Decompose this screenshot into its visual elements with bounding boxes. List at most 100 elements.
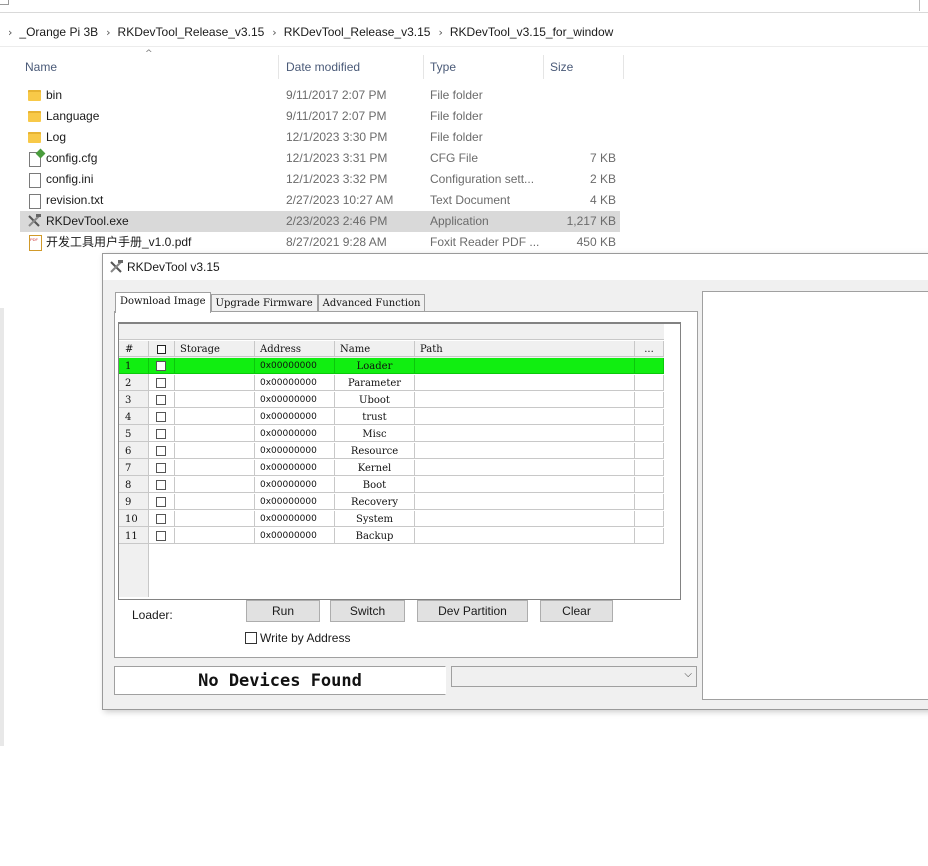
row-checkbox-cell[interactable]: [149, 409, 175, 425]
row-checkbox[interactable]: [156, 378, 166, 388]
row-checkbox[interactable]: [156, 395, 166, 405]
row-storage[interactable]: [175, 528, 255, 544]
table-row[interactable]: 2 0x00000000 Parameter: [119, 375, 664, 392]
row-name[interactable]: Boot: [335, 477, 415, 493]
clear-button[interactable]: Clear: [540, 600, 613, 622]
row-path[interactable]: [415, 511, 635, 527]
table-row[interactable]: 4 0x00000000 trust: [119, 409, 664, 426]
row-address[interactable]: 0x00000000: [255, 460, 335, 476]
row-checkbox[interactable]: [156, 361, 166, 371]
row-storage[interactable]: [175, 375, 255, 391]
file-row[interactable]: RKDevTool.exe 2/23/2023 2:46 PM Applicatio…: [20, 211, 620, 232]
row-checkbox-cell[interactable]: [149, 528, 175, 544]
checkbox-box[interactable]: [245, 632, 257, 644]
table-row[interactable]: 7 0x00000000 Kernel: [119, 460, 664, 477]
row-browse[interactable]: [635, 426, 664, 442]
row-name[interactable]: Loader: [335, 358, 415, 374]
row-checkbox-cell[interactable]: [149, 460, 175, 476]
row-browse[interactable]: [635, 443, 664, 459]
row-browse[interactable]: [635, 528, 664, 544]
row-checkbox[interactable]: [156, 480, 166, 490]
row-address[interactable]: 0x00000000: [255, 528, 335, 544]
run-button[interactable]: Run: [246, 600, 320, 622]
scrollbar-track[interactable]: [0, 308, 4, 746]
row-storage[interactable]: [175, 426, 255, 442]
row-checkbox-cell[interactable]: [149, 477, 175, 493]
row-browse[interactable]: [635, 494, 664, 510]
column-date[interactable]: Date modified: [280, 55, 424, 79]
row-checkbox[interactable]: [156, 514, 166, 524]
row-name[interactable]: Resource: [335, 443, 415, 459]
search-box-edge[interactable]: [919, 0, 928, 11]
row-storage[interactable]: [175, 358, 255, 374]
row-name[interactable]: Backup: [335, 528, 415, 544]
row-browse[interactable]: [635, 375, 664, 391]
row-path[interactable]: [415, 392, 635, 408]
table-row[interactable]: 1 0x00000000 Loader: [119, 358, 664, 375]
row-address[interactable]: 0x00000000: [255, 443, 335, 459]
file-row[interactable]: revision.txt 2/27/2023 10:27 AM Text Docum…: [20, 190, 620, 211]
row-path[interactable]: [415, 477, 635, 493]
row-browse[interactable]: [635, 358, 664, 374]
file-row[interactable]: config.ini 12/1/2023 3:32 PM Configuration…: [20, 169, 620, 190]
table-row[interactable]: 10 0x00000000 System: [119, 511, 664, 528]
row-browse[interactable]: [635, 477, 664, 493]
row-storage[interactable]: [175, 443, 255, 459]
row-checkbox-cell[interactable]: [149, 375, 175, 391]
row-checkbox[interactable]: [156, 446, 166, 456]
row-name[interactable]: Parameter: [335, 375, 415, 391]
row-address[interactable]: 0x00000000: [255, 426, 335, 442]
log-output[interactable]: [702, 291, 928, 700]
row-checkbox[interactable]: [156, 412, 166, 422]
column-name[interactable]: Name: [19, 55, 279, 79]
dev-partition-button[interactable]: Dev Partition: [417, 600, 528, 622]
row-name[interactable]: Misc: [335, 426, 415, 442]
row-name[interactable]: System: [335, 511, 415, 527]
row-browse[interactable]: [635, 392, 664, 408]
row-address[interactable]: 0x00000000: [255, 511, 335, 527]
table-row[interactable]: 8 0x00000000 Boot: [119, 477, 664, 494]
breadcrumb-item[interactable]: _Orange Pi 3B: [19, 25, 98, 39]
breadcrumb-item[interactable]: RKDevTool_Release_v3.15: [118, 25, 265, 39]
column-type[interactable]: Type: [424, 55, 544, 79]
row-storage[interactable]: [175, 477, 255, 493]
row-checkbox-cell[interactable]: [149, 426, 175, 442]
row-name[interactable]: trust: [335, 409, 415, 425]
row-checkbox[interactable]: [156, 531, 166, 541]
select-all-checkbox[interactable]: [157, 345, 166, 354]
table-row[interactable]: 6 0x00000000 Resource: [119, 443, 664, 460]
row-path[interactable]: [415, 426, 635, 442]
title-bar[interactable]: RKDevTool v3.15: [103, 254, 928, 280]
file-row[interactable]: Log 12/1/2023 3:30 PM File folder: [20, 127, 620, 148]
file-row[interactable]: 开发工具用户手册_v1.0.pdf 8/27/2021 9:28 AM Foxit …: [20, 229, 620, 253]
row-storage[interactable]: [175, 494, 255, 510]
file-row[interactable]: config.cfg 12/1/2023 3:31 PM CFG File 7 KB: [20, 148, 620, 169]
row-storage[interactable]: [175, 409, 255, 425]
file-row[interactable]: bin 9/11/2017 2:07 PM File folder: [20, 85, 620, 106]
header-checkbox[interactable]: [149, 341, 175, 357]
row-checkbox[interactable]: [156, 429, 166, 439]
row-path[interactable]: [415, 528, 635, 544]
row-checkbox-cell[interactable]: [149, 494, 175, 510]
row-checkbox-cell[interactable]: [149, 511, 175, 527]
chevron-down-icon[interactable]: ⌵: [684, 669, 692, 680]
row-checkbox-cell[interactable]: [149, 358, 175, 374]
file-row[interactable]: Language 9/11/2017 2:07 PM File folder: [20, 106, 620, 127]
row-name[interactable]: Uboot: [335, 392, 415, 408]
row-address[interactable]: 0x00000000: [255, 375, 335, 391]
row-browse[interactable]: [635, 460, 664, 476]
row-checkbox-cell[interactable]: [149, 392, 175, 408]
row-path[interactable]: [415, 409, 635, 425]
row-path[interactable]: [415, 375, 635, 391]
row-storage[interactable]: [175, 392, 255, 408]
row-path[interactable]: [415, 460, 635, 476]
tab-download-image[interactable]: Download Image: [115, 292, 211, 313]
row-name[interactable]: Recovery: [335, 494, 415, 510]
row-path[interactable]: [415, 443, 635, 459]
row-path[interactable]: [415, 358, 635, 374]
row-checkbox[interactable]: [156, 463, 166, 473]
device-dropdown[interactable]: ⌵: [451, 666, 697, 687]
row-browse[interactable]: [635, 511, 664, 527]
table-row[interactable]: 9 0x00000000 Recovery: [119, 494, 664, 511]
row-checkbox-cell[interactable]: [149, 443, 175, 459]
